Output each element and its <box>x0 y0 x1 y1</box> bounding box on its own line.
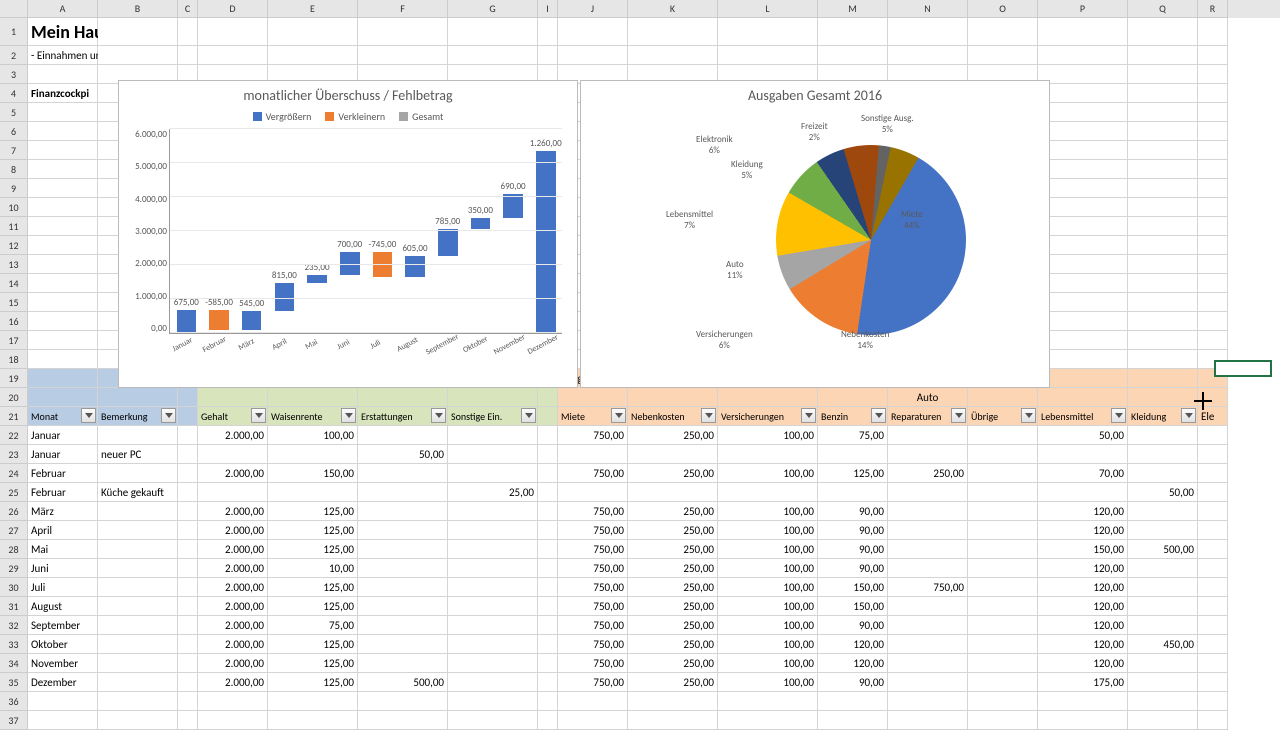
select-all-corner[interactable] <box>0 0 28 18</box>
filter-header[interactable]: Übrige <box>968 407 1038 426</box>
row-header-11[interactable]: 11 <box>0 217 28 236</box>
column-headers: ABCDEFGIJKLMNOPQR <box>28 0 1280 18</box>
row-header-15[interactable]: 15 <box>0 293 28 312</box>
col-header-R[interactable]: R <box>1198 0 1228 18</box>
filter-header[interactable]: Miete <box>558 407 628 426</box>
row-header-19[interactable]: 19 <box>0 369 28 388</box>
filter-dropdown-icon[interactable] <box>1021 408 1036 423</box>
col-header-A[interactable]: A <box>28 0 98 18</box>
row-header-6[interactable]: 6 <box>0 122 28 141</box>
filter-header[interactable]: Gehalt <box>198 407 268 426</box>
row-header-25[interactable]: 25 <box>0 483 28 502</box>
row-header-21[interactable]: 21 <box>0 407 28 426</box>
row-header-26[interactable]: 26 <box>0 502 28 521</box>
filter-header[interactable]: Erstattungen <box>358 407 448 426</box>
row-header-16[interactable]: 16 <box>0 312 28 331</box>
row-header-34[interactable]: 34 <box>0 654 28 673</box>
col-header-K[interactable]: K <box>628 0 718 18</box>
col-header-G[interactable]: G <box>448 0 538 18</box>
col-header-N[interactable]: N <box>888 0 968 18</box>
filter-dropdown-icon[interactable] <box>951 408 966 423</box>
filter-dropdown-icon[interactable] <box>701 408 716 423</box>
filter-header[interactable]: Nebenkosten <box>628 407 718 426</box>
col-header-J[interactable]: J <box>558 0 628 18</box>
chart-title: Ausgaben Gesamt 2016 <box>581 81 1049 110</box>
filter-dropdown-icon[interactable] <box>1181 408 1196 423</box>
filter-dropdown-icon[interactable] <box>431 408 446 423</box>
filter-dropdown-icon[interactable] <box>871 408 886 423</box>
col-header-O[interactable]: O <box>968 0 1038 18</box>
row-header-37[interactable]: 37 <box>0 711 28 730</box>
row-header-29[interactable]: 29 <box>0 559 28 578</box>
row-header-4[interactable]: 4 <box>0 84 28 103</box>
filter-header[interactable]: Reparaturen <box>888 407 968 426</box>
col-header-F[interactable]: F <box>358 0 448 18</box>
selected-cell[interactable] <box>1214 360 1272 377</box>
row-header-20[interactable]: 20 <box>0 388 28 407</box>
row-header-10[interactable]: 10 <box>0 198 28 217</box>
row-header-5[interactable]: 5 <box>0 103 28 122</box>
row-headers: 1234567891011121314151617181920212223242… <box>0 18 28 730</box>
col-header-Q[interactable]: Q <box>1128 0 1198 18</box>
row-header-7[interactable]: 7 <box>0 141 28 160</box>
row-header-28[interactable]: 28 <box>0 540 28 559</box>
filter-dropdown-icon[interactable] <box>341 408 356 423</box>
col-header-P[interactable]: P <box>1038 0 1128 18</box>
col-header-D[interactable]: D <box>198 0 268 18</box>
filter-header[interactable]: Benzin <box>818 407 888 426</box>
filter-dropdown-icon[interactable] <box>611 408 626 423</box>
row-header-36[interactable]: 36 <box>0 692 28 711</box>
row-header-2[interactable]: 2 <box>0 46 28 65</box>
filter-header[interactable]: Waisenrente <box>268 407 358 426</box>
col-header-C[interactable]: C <box>178 0 198 18</box>
row-header-33[interactable]: 33 <box>0 635 28 654</box>
row-header-23[interactable]: 23 <box>0 445 28 464</box>
row-header-8[interactable]: 8 <box>0 160 28 179</box>
col-header-B[interactable]: B <box>98 0 178 18</box>
row-header-9[interactable]: 9 <box>0 179 28 198</box>
filter-dropdown-icon[interactable] <box>1111 408 1126 423</box>
filter-header[interactable]: Versicherungen <box>718 407 818 426</box>
filter-dropdown-icon[interactable] <box>251 408 266 423</box>
col-header-M[interactable]: M <box>818 0 888 18</box>
filter-header[interactable]: Lebensmittel <box>1038 407 1128 426</box>
chart-legend: Vergrößern Verkleinern Gesamt <box>119 110 577 129</box>
filter-dropdown-icon[interactable] <box>801 408 816 423</box>
filter-header[interactable]: Sonstige Ein. <box>448 407 538 426</box>
chart-pie[interactable]: Ausgaben Gesamt 2016 Miete44%Nebenkosten… <box>580 80 1050 388</box>
row-header-18[interactable]: 18 <box>0 350 28 369</box>
row-header-32[interactable]: 32 <box>0 616 28 635</box>
spreadsheet: ABCDEFGIJKLMNOPQR 1234567891011121314151… <box>0 0 1280 720</box>
row-header-24[interactable]: 24 <box>0 464 28 483</box>
filter-dropdown-icon[interactable] <box>521 408 536 423</box>
col-header-L[interactable]: L <box>718 0 818 18</box>
filter-header[interactable]: Kleidung <box>1128 407 1198 426</box>
row-header-17[interactable]: 17 <box>0 331 28 350</box>
col-header-E[interactable]: E <box>268 0 358 18</box>
chart-title: monatlicher Überschuss / Fehlbetrag <box>119 81 577 110</box>
row-header-27[interactable]: 27 <box>0 521 28 540</box>
col-header-I[interactable]: I <box>538 0 558 18</box>
row-header-12[interactable]: 12 <box>0 236 28 255</box>
filter-header[interactable]: Bemerkung <box>98 407 178 426</box>
filter-dropdown-icon[interactable] <box>161 408 176 423</box>
row-header-31[interactable]: 31 <box>0 597 28 616</box>
filter-dropdown-icon[interactable] <box>81 408 96 423</box>
row-header-1[interactable]: 1 <box>0 18 28 46</box>
chart-waterfall[interactable]: monatlicher Überschuss / Fehlbetrag Verg… <box>118 80 578 388</box>
row-header-35[interactable]: 35 <box>0 673 28 692</box>
row-header-30[interactable]: 30 <box>0 578 28 597</box>
row-header-14[interactable]: 14 <box>0 274 28 293</box>
filter-header[interactable]: Monat <box>28 407 98 426</box>
row-header-13[interactable]: 13 <box>0 255 28 274</box>
row-header-22[interactable]: 22 <box>0 426 28 445</box>
row-header-3[interactable]: 3 <box>0 65 28 84</box>
